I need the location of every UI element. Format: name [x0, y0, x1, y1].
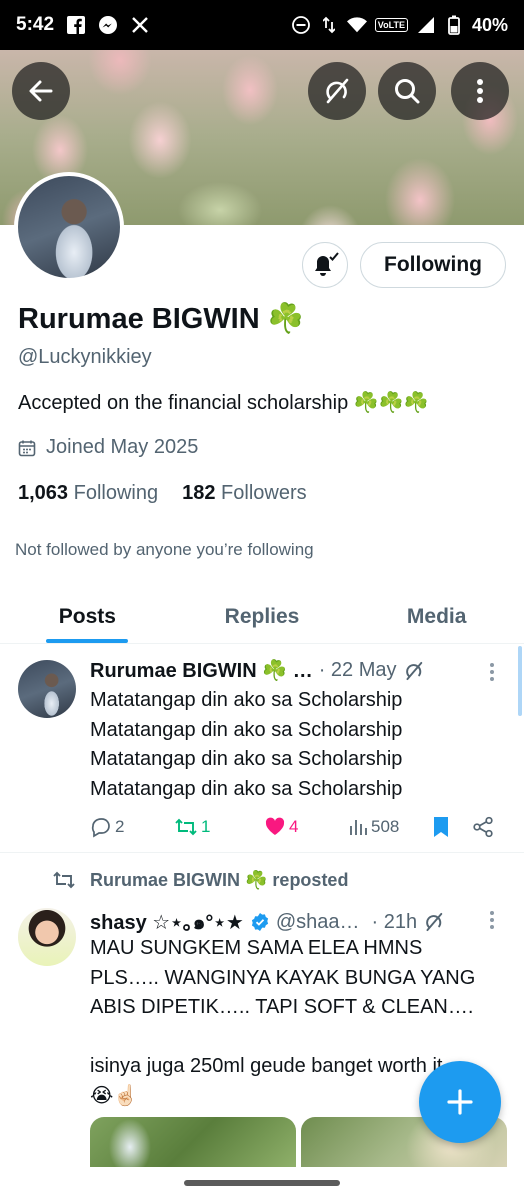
tweet-line: Matatangap din ako sa Scholarship [90, 777, 403, 800]
repost-indicator[interactable]: Rurumae BIGWIN ☘️ reposted [52, 869, 348, 891]
profile-name: Rurumae BIGWIN ☘️ [18, 303, 304, 335]
battery-percent: 40% [471, 14, 508, 35]
tweet-time: · 21h [371, 910, 418, 933]
tab-media[interactable]: Media [349, 590, 524, 643]
tab-replies[interactable]: Replies [175, 590, 350, 643]
battery-icon [444, 15, 464, 35]
home-indicator[interactable] [184, 1180, 340, 1186]
tweet[interactable]: Rurumae BIGWIN ☘️ … · 22 May Matatangap … [0, 646, 524, 852]
followers-link[interactable]: 182 Followers [182, 482, 307, 505]
views-button[interactable]: 508 [348, 817, 432, 837]
x-app-icon [130, 15, 150, 35]
tweet-line: Matatangap din ako sa Scholarship [90, 718, 403, 741]
back-button[interactable] [12, 62, 70, 120]
tweet-more-button[interactable] [482, 660, 502, 684]
data-arrows-icon [319, 15, 339, 35]
more-options-button[interactable] [451, 62, 509, 120]
tweet-author-handle: @shaa… [275, 910, 360, 933]
share-icon [473, 816, 493, 838]
status-time: 5:42 [16, 14, 55, 35]
repost-icon [53, 871, 75, 889]
reply-count: 2 [115, 817, 125, 836]
followers-count: 182 [182, 482, 216, 504]
follow-stats: 1,063 Following 182 Followers [18, 482, 307, 505]
repost-label: Rurumae BIGWIN ☘️ reposted [90, 869, 349, 890]
bookmark-filled-icon [434, 817, 448, 837]
notifications-bell-button[interactable] [302, 242, 348, 288]
back-arrow-icon [29, 80, 53, 102]
compose-button[interactable] [419, 1061, 501, 1143]
profile-bio: Accepted on the financial scholarship ☘️… [18, 392, 429, 414]
tweet-divider [0, 852, 524, 853]
grok-icon[interactable] [403, 660, 425, 682]
like-button[interactable]: 4 [264, 816, 348, 838]
views-count: 508 [371, 817, 400, 836]
tweet-author-avatar[interactable] [18, 908, 76, 966]
dnd-icon [291, 15, 311, 35]
views-chart-icon [350, 820, 367, 835]
repost-button[interactable]: 1 [174, 816, 264, 838]
following-link[interactable]: 1,063 Following [18, 482, 158, 505]
reply-icon [91, 818, 110, 838]
more-vertical-icon [477, 79, 483, 103]
profile-handle: @Luckynikkiey [18, 346, 152, 368]
volte-badge: VoLTE [374, 18, 408, 32]
following-button[interactable]: Following [360, 242, 506, 288]
heart-filled-icon [265, 817, 285, 835]
tweet-time: · 22 May [318, 659, 397, 681]
followers-label: Followers [221, 482, 307, 504]
repost-icon [175, 818, 197, 836]
tweet-text: Matatangap din ako sa Scholarship Matata… [90, 686, 510, 804]
tweet-actions: 2 1 4 508 [90, 816, 510, 838]
following-count: 1,063 [18, 482, 69, 504]
tweet-author-avatar[interactable] [18, 660, 76, 718]
signal-icon [416, 15, 436, 35]
grok-icon[interactable] [423, 911, 445, 933]
joined-text: Joined May 2025 [46, 436, 199, 458]
tweet-author-name[interactable]: Rurumae BIGWIN ☘️ … [90, 658, 313, 683]
grok-icon [326, 78, 349, 104]
grok-button[interactable] [308, 62, 366, 120]
profile-tabs: Posts Replies Media [0, 590, 524, 644]
repost-count: 1 [201, 817, 211, 836]
tweet-line [90, 1023, 510, 1053]
status-bar: 5:42 VoLTE 40% [0, 0, 524, 50]
messenger-icon [98, 15, 118, 35]
tweet-line: PLS….. WANGINYA KAYAK BUNGA YANG [90, 966, 476, 989]
tab-posts[interactable]: Posts [0, 590, 175, 643]
like-count: 4 [289, 817, 299, 836]
tweet-line: Matatangap din ako sa Scholarship [90, 748, 403, 770]
tweet-more-button[interactable] [482, 908, 502, 932]
facebook-icon [66, 15, 86, 35]
wifi-icon [346, 15, 367, 35]
following-label: Following [73, 482, 159, 504]
bell-check-icon [315, 252, 339, 276]
calendar-icon [18, 440, 36, 456]
not-followed-notice: Not followed by anyone you’re following [15, 540, 314, 559]
profile-avatar[interactable] [14, 172, 124, 282]
search-icon [395, 79, 420, 104]
joined-date: Joined May 2025 [18, 436, 198, 459]
reply-button[interactable]: 2 [90, 816, 174, 838]
share-button[interactable] [472, 816, 494, 838]
tweet-header: Rurumae BIGWIN ☘️ … · 22 May [90, 658, 425, 683]
media-thumbnail[interactable] [90, 1117, 296, 1167]
bookmark-button[interactable] [432, 816, 472, 838]
tweet-line: MAU SUNGKEM SAMA ELEA HMNS [90, 937, 423, 959]
tweet-line: ABIS DIPETIK….. TAPI SOFT & CLEAN…. [90, 996, 474, 1018]
plus-icon [447, 1089, 473, 1115]
tweet-line: Matatangap din ako sa Scholarship [90, 689, 403, 711]
search-button[interactable] [378, 62, 436, 120]
verified-badge-icon [251, 913, 268, 931]
